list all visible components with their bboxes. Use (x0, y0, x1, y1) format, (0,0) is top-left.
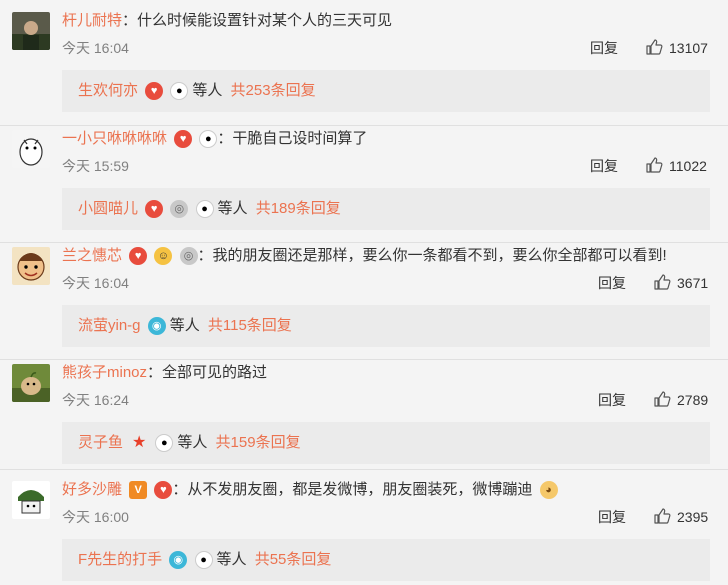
and-others-label: 等人 (217, 200, 248, 217)
reply-username[interactable]: 小圆喵儿 (78, 200, 138, 217)
comment-line: 杆儿耐特：什么时候能设置针对某个人的三天可见 (62, 10, 392, 32)
timestamp: 今天 16:04 (62, 40, 129, 56)
reply-count-link[interactable]: 共253条回复 (231, 82, 316, 99)
divider (0, 125, 728, 126)
thumbs-up-icon (654, 391, 671, 407)
medal-icon: ◎ (179, 247, 198, 266)
panda-icon: ● (170, 82, 189, 101)
timestamp: 今天 15:59 (62, 158, 129, 174)
like-button[interactable]: 11022 (645, 156, 707, 176)
timestamp: 今天 16:24 (62, 392, 129, 408)
and-others-label: 等人 (216, 551, 247, 568)
like-button[interactable]: 2395 (653, 507, 708, 527)
avatar[interactable] (12, 247, 50, 285)
username[interactable]: 好多沙雕 (62, 481, 122, 498)
like-count: 2789 (677, 392, 709, 408)
like-count: 3671 (677, 275, 709, 291)
thumbs-up-icon (654, 508, 671, 524)
reply-username[interactable]: F先生的打手 (78, 551, 162, 568)
colon-separator: ： (172, 481, 188, 498)
comment-line: 好多沙雕 V ♥ ：从不发朋友圈，都是发微博，朋友圈装死，微博蹦迪 ◕ (62, 479, 558, 501)
replies-summary[interactable]: 小圆喵儿 ♥ ◎ ● 等人 共189条回复 (62, 188, 710, 230)
and-others-label: 等人 (169, 317, 200, 334)
camera-icon: ◉ (147, 317, 166, 336)
comment-line: 熊孩子minoz：全部可见的路过 (62, 362, 267, 384)
fan-badge-icon: ♥ (145, 200, 164, 219)
fan-badge-icon: ♥ (145, 82, 164, 101)
comment-line: 兰之憓芯 ♥ ☺ ◎ ：我的朋友圈还是那样，要么你一条都看不到，要么你全部都可以看… (62, 245, 667, 267)
verified-v-icon: V (129, 481, 148, 500)
comment-text: 全部可见的路过 (162, 364, 268, 381)
comment-text: 我的朋友圈还是那样，要么你一条都看不到，要么你全部都可以看到! (212, 247, 667, 264)
username[interactable]: 兰之憓芯 (62, 247, 122, 264)
comment-text: 干脆自己设时间算了 (232, 130, 368, 147)
replies-summary[interactable]: 生欢何亦 ♥ ● 等人 共253条回复 (62, 70, 710, 112)
avatar[interactable] (12, 130, 50, 168)
replies-summary[interactable]: 灵子鱼 ★ ● 等人 共159条回复 (62, 422, 710, 464)
like-count: 11022 (669, 158, 707, 174)
like-count: 2395 (677, 509, 709, 525)
avatar[interactable] (12, 364, 50, 402)
panda-icon: ● (194, 551, 213, 570)
reply-count-link[interactable]: 共55条回复 (255, 551, 332, 568)
fan-badge-icon: ♥ (129, 247, 148, 266)
divider (0, 359, 728, 360)
replies-summary[interactable]: F先生的打手 ◉ ● 等人 共55条回复 (62, 539, 710, 581)
sunglasses-emoji-icon: ☺ (154, 247, 173, 266)
timestamp: 今天 16:00 (62, 509, 129, 525)
reply-count-link[interactable]: 共115条回复 (208, 317, 292, 334)
reply-username[interactable]: 灵子鱼 (78, 434, 123, 451)
reply-button[interactable]: 回复 (590, 156, 618, 176)
panda-icon: ● (199, 130, 218, 149)
divider (0, 469, 728, 470)
like-button[interactable]: 3671 (653, 273, 708, 293)
comment-text: 什么时候能设置针对某个人的三天可见 (137, 12, 393, 29)
colon-separator: ： (197, 247, 213, 264)
and-others-label: 等人 (177, 434, 208, 451)
username[interactable]: 杆儿耐特 (62, 12, 122, 29)
avatar[interactable] (12, 12, 50, 50)
reply-button[interactable]: 回复 (598, 273, 626, 293)
reply-button[interactable]: 回复 (590, 38, 618, 58)
username[interactable]: 熊孩子minoz (62, 364, 147, 381)
thumbs-up-icon (646, 39, 663, 55)
reply-count-link[interactable]: 共189条回复 (256, 200, 341, 217)
reply-count-link[interactable]: 共159条回复 (216, 434, 301, 451)
thumbs-up-icon (654, 274, 671, 290)
like-button[interactable]: 2789 (653, 390, 708, 410)
panda-icon: ● (155, 434, 174, 453)
panda-icon: ● (195, 200, 214, 219)
colon-separator: ： (217, 130, 233, 147)
medal-icon: ◎ (170, 200, 189, 219)
replies-summary[interactable]: 流萤yin-g ◉ 等人 共115条回复 (62, 305, 710, 347)
and-others-label: 等人 (192, 82, 223, 99)
reply-button[interactable]: 回复 (598, 507, 626, 527)
timestamp: 今天 16:04 (62, 275, 129, 291)
reply-username[interactable]: 生欢何亦 (78, 82, 138, 99)
reply-username[interactable]: 流萤yin-g (78, 317, 141, 334)
reply-button[interactable]: 回复 (598, 390, 626, 410)
like-button[interactable]: 13107 (645, 38, 708, 58)
fan-badge-icon: ♥ (154, 481, 173, 500)
divider (0, 242, 728, 243)
like-count: 13107 (669, 40, 708, 56)
colon-separator: ： (147, 364, 163, 381)
colon-separator: ： (122, 12, 138, 29)
comment-text: 从不发朋友圈，都是发微博，朋友圈装死，微博蹦迪 (187, 481, 533, 498)
thumbs-up-icon (646, 157, 663, 173)
avatar[interactable] (12, 481, 50, 519)
doge-emoji-icon: ◕ (539, 481, 558, 500)
camera-icon: ◉ (169, 551, 188, 570)
fan-badge-icon: ♥ (174, 130, 193, 149)
comment-line: 一小只咻咻咻咻 ♥ ● ：干脆自己设时间算了 (62, 128, 367, 150)
star-icon: ★ (132, 434, 147, 452)
username[interactable]: 一小只咻咻咻咻 (62, 130, 167, 147)
